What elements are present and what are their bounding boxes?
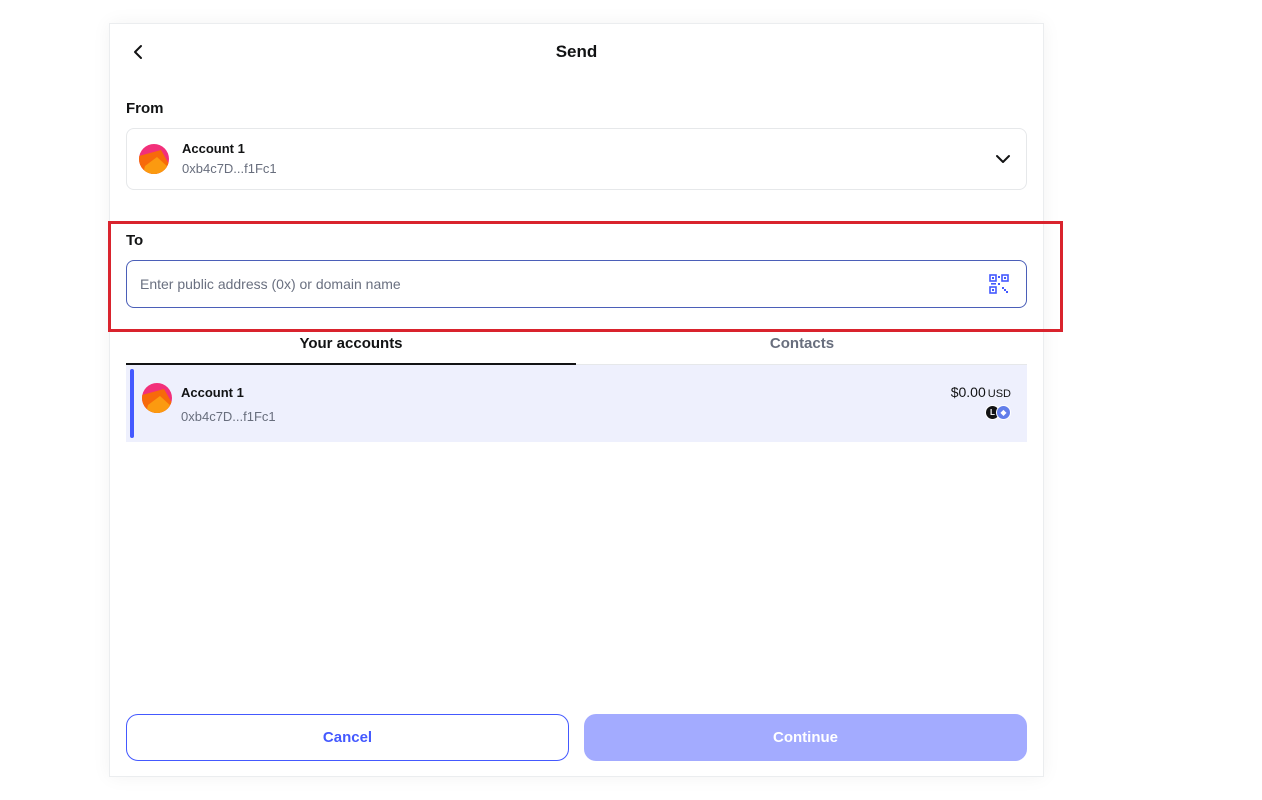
account-name: Account 1: [181, 385, 244, 400]
account-avatar: [139, 144, 169, 174]
account-tabs: Your accounts Contacts: [126, 330, 1027, 365]
account-list-item[interactable]: Account 1 0xb4c7D...f1Fc1 $0.00 USD L ◆: [126, 365, 1027, 442]
tab-contacts[interactable]: Contacts: [577, 330, 1027, 365]
account-avatar: [142, 383, 172, 413]
balance-currency: USD: [987, 388, 1011, 400]
from-label: From: [126, 100, 164, 117]
recipient-field[interactable]: [126, 260, 1027, 308]
to-label: To: [126, 232, 144, 249]
chevron-down-icon[interactable]: [994, 150, 1012, 168]
from-account-selector[interactable]: Account 1 0xb4c7D...f1Fc1: [126, 128, 1027, 190]
from-account-name: Account 1: [182, 141, 245, 156]
account-address: 0xb4c7D...f1Fc1: [181, 409, 276, 424]
continue-button[interactable]: Continue: [584, 714, 1027, 761]
tab-your-accounts[interactable]: Your accounts: [126, 330, 576, 365]
header: Send: [110, 24, 1043, 82]
network-icons: L ◆: [985, 405, 1011, 421]
selected-indicator: [130, 369, 134, 438]
qr-scan-icon[interactable]: [988, 273, 1010, 295]
balance-amount: $0.00: [950, 384, 986, 400]
cancel-button[interactable]: Cancel: [126, 714, 569, 761]
page-title: Send: [555, 42, 598, 61]
ethereum-icon: ◆: [996, 405, 1011, 420]
account-balance: $0.00 USD: [951, 384, 1011, 400]
from-account-address: 0xb4c7D...f1Fc1: [182, 161, 277, 176]
recipient-input[interactable]: [140, 261, 960, 307]
send-panel: Send From Account 1 0xb4c7D...f1Fc1 To E…: [109, 23, 1044, 777]
